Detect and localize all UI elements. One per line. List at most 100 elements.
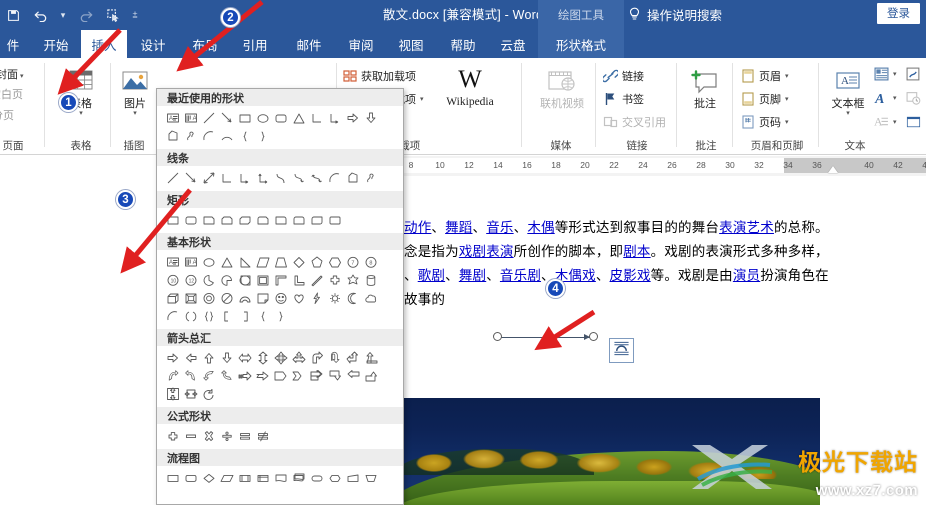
flowchart-preparation-shape-icon[interactable]: [326, 469, 344, 487]
quad-arrow-callout-shape-icon[interactable]: [164, 385, 182, 403]
line-double-arrow-shape-icon[interactable]: [200, 169, 218, 187]
elbow-double-arrow-shape-icon[interactable]: [254, 169, 272, 187]
tab-3[interactable]: 设计: [130, 30, 176, 58]
right-brace-shape-icon[interactable]: [272, 307, 290, 325]
freeform-shape-icon[interactable]: [164, 127, 182, 145]
chevron-down-icon[interactable]: ▾: [785, 95, 789, 103]
shapes-gallery-dropdown[interactable]: 最近使用的形状 A A 线条 矩形 基本形状 A A 7 8 10 12 箭头总汇 公式形状 流程图: [156, 88, 404, 505]
document-hyperlink[interactable]: 剧本: [623, 244, 650, 260]
right-arrow-shape-icon[interactable]: [164, 349, 182, 367]
flowchart-data-shape-icon[interactable]: [218, 469, 236, 487]
quad-arrow-shape-icon[interactable]: [272, 349, 290, 367]
rectangle-shape-icon[interactable]: [164, 211, 182, 229]
footer-button[interactable]: 页脚 ▾: [740, 89, 789, 109]
freeform-shape-icon[interactable]: [344, 169, 362, 187]
up-arrow-shape-icon[interactable]: [200, 349, 218, 367]
tab-1[interactable]: 开始: [33, 30, 79, 58]
object-button[interactable]: [906, 112, 921, 132]
snip-and-round-corner-shape-icon[interactable]: [254, 211, 272, 229]
online-video-button[interactable]: 联机视频: [535, 64, 589, 110]
page-number-button[interactable]: 页码 ▾: [740, 112, 789, 132]
octagon-shape-icon[interactable]: 8: [362, 253, 380, 271]
document-hyperlink[interactable]: 演员: [733, 268, 760, 284]
arc-shape-icon[interactable]: [164, 307, 182, 325]
document-hyperlink[interactable]: 表演艺术: [719, 220, 774, 236]
curved-connector-shape-icon[interactable]: [272, 169, 290, 187]
bent-up-arrow-shape-icon[interactable]: [362, 349, 380, 367]
sign-in-button[interactable]: 登录: [877, 3, 920, 24]
left-brace-shape-icon[interactable]: [236, 127, 254, 145]
teardrop-shape-icon[interactable]: [218, 271, 236, 289]
left-right-arrow-shape-icon[interactable]: [236, 349, 254, 367]
header-button[interactable]: 页眉 ▾: [740, 66, 789, 86]
arc-shape-icon[interactable]: [200, 127, 218, 145]
moon-shape-icon[interactable]: [344, 289, 362, 307]
oval-shape-icon[interactable]: [200, 253, 218, 271]
left-right-up-arrow-shape-icon[interactable]: [290, 349, 308, 367]
blank-page-button[interactable]: 空白页: [0, 86, 23, 102]
tab-8[interactable]: 视图: [388, 30, 434, 58]
document-hyperlink[interactable]: 皮影戏: [610, 268, 651, 284]
tab-6[interactable]: 邮件: [286, 30, 332, 58]
parallelogram-shape-icon[interactable]: [254, 253, 272, 271]
triangle-shape-icon[interactable]: [290, 109, 308, 127]
wikipedia-button[interactable]: W Wikipedia: [438, 64, 502, 109]
down-arrow-shape-icon[interactable]: [218, 349, 236, 367]
line-arrow-shape-icon[interactable]: [218, 109, 236, 127]
regular-pentagon-star-shape-icon[interactable]: [344, 271, 362, 289]
plus-sign-shape-icon[interactable]: [164, 427, 182, 445]
l-shape-shape-icon[interactable]: [290, 271, 308, 289]
scribble-shape-icon[interactable]: [362, 169, 380, 187]
cross-shape-icon[interactable]: [326, 271, 344, 289]
new-comment-button[interactable]: 批注: [682, 64, 728, 110]
chevron-down-icon[interactable]: ▾: [846, 110, 850, 117]
rectangle-shape-icon[interactable]: [236, 109, 254, 127]
shape-handle-end[interactable]: [589, 332, 598, 341]
chevron-down-icon[interactable]: ▾: [785, 72, 789, 80]
chevron-arrow-shape-icon[interactable]: [290, 367, 308, 385]
bent-arrow-shape-icon[interactable]: [308, 349, 326, 367]
elbow-connector-shape-icon[interactable]: [218, 169, 236, 187]
tab-7[interactable]: 审阅: [338, 30, 384, 58]
line-shape-icon[interactable]: [164, 169, 182, 187]
up-arrow-callout-shape-icon[interactable]: [362, 367, 380, 385]
block-arc-shape-icon[interactable]: [236, 289, 254, 307]
cross-reference-button[interactable]: 交叉引用: [603, 112, 666, 132]
right-arrow-callout-shape-icon[interactable]: [308, 367, 326, 385]
snip-same-side-corner-shape-icon[interactable]: [218, 211, 236, 229]
selected-line-shape[interactable]: [497, 337, 593, 338]
tab-10[interactable]: 云盘: [490, 30, 536, 58]
line-arrow-shape-icon[interactable]: [182, 169, 200, 187]
tab-9[interactable]: 帮助: [440, 30, 486, 58]
pentagon-arrow-shape-icon[interactable]: [272, 367, 290, 385]
document-hyperlink[interactable]: 音乐: [486, 220, 513, 236]
circular-arrow-shape-icon[interactable]: [200, 385, 218, 403]
flowchart-manual-input-shape-icon[interactable]: [344, 469, 362, 487]
up-down-arrow-shape-icon[interactable]: [254, 349, 272, 367]
left-up-arrow-shape-icon[interactable]: [344, 349, 362, 367]
heart-shape-icon[interactable]: [290, 289, 308, 307]
flowchart-multidocument-shape-icon[interactable]: [290, 469, 308, 487]
frame-shape-icon[interactable]: [254, 271, 272, 289]
down-arrow-shape-icon[interactable]: [362, 109, 380, 127]
document-hyperlink[interactable]: 舞蹈: [445, 220, 472, 236]
document-hyperlink[interactable]: 动作: [404, 220, 431, 236]
chevron-down-icon[interactable]: ▾: [893, 70, 897, 78]
elbow-connector-shape-icon[interactable]: [308, 109, 326, 127]
round-same-side-corner-shape-icon[interactable]: [290, 211, 308, 229]
right-arrow-shape-icon[interactable]: [344, 109, 362, 127]
cloud-shape-icon[interactable]: [362, 289, 380, 307]
wordart-button[interactable]: A ▾: [874, 88, 897, 108]
vertical-textbox-shape-icon[interactable]: A: [182, 253, 200, 271]
line-shape-icon[interactable]: [200, 109, 218, 127]
flowchart-decision-shape-icon[interactable]: [200, 469, 218, 487]
chevron-down-icon[interactable]: ▾: [893, 94, 897, 102]
cube-shape-icon[interactable]: [164, 289, 182, 307]
flowchart-document-shape-icon[interactable]: [272, 469, 290, 487]
arc-up-shape-icon[interactable]: [218, 127, 236, 145]
lightning-bolt-shape-icon[interactable]: [308, 289, 326, 307]
curved-left-arrow-shape-icon[interactable]: [164, 367, 182, 385]
heptagon-shape-icon[interactable]: 7: [344, 253, 362, 271]
curved-right-arrow-shape-icon[interactable]: [182, 367, 200, 385]
tab-11[interactable]: 形状格式: [538, 30, 624, 58]
